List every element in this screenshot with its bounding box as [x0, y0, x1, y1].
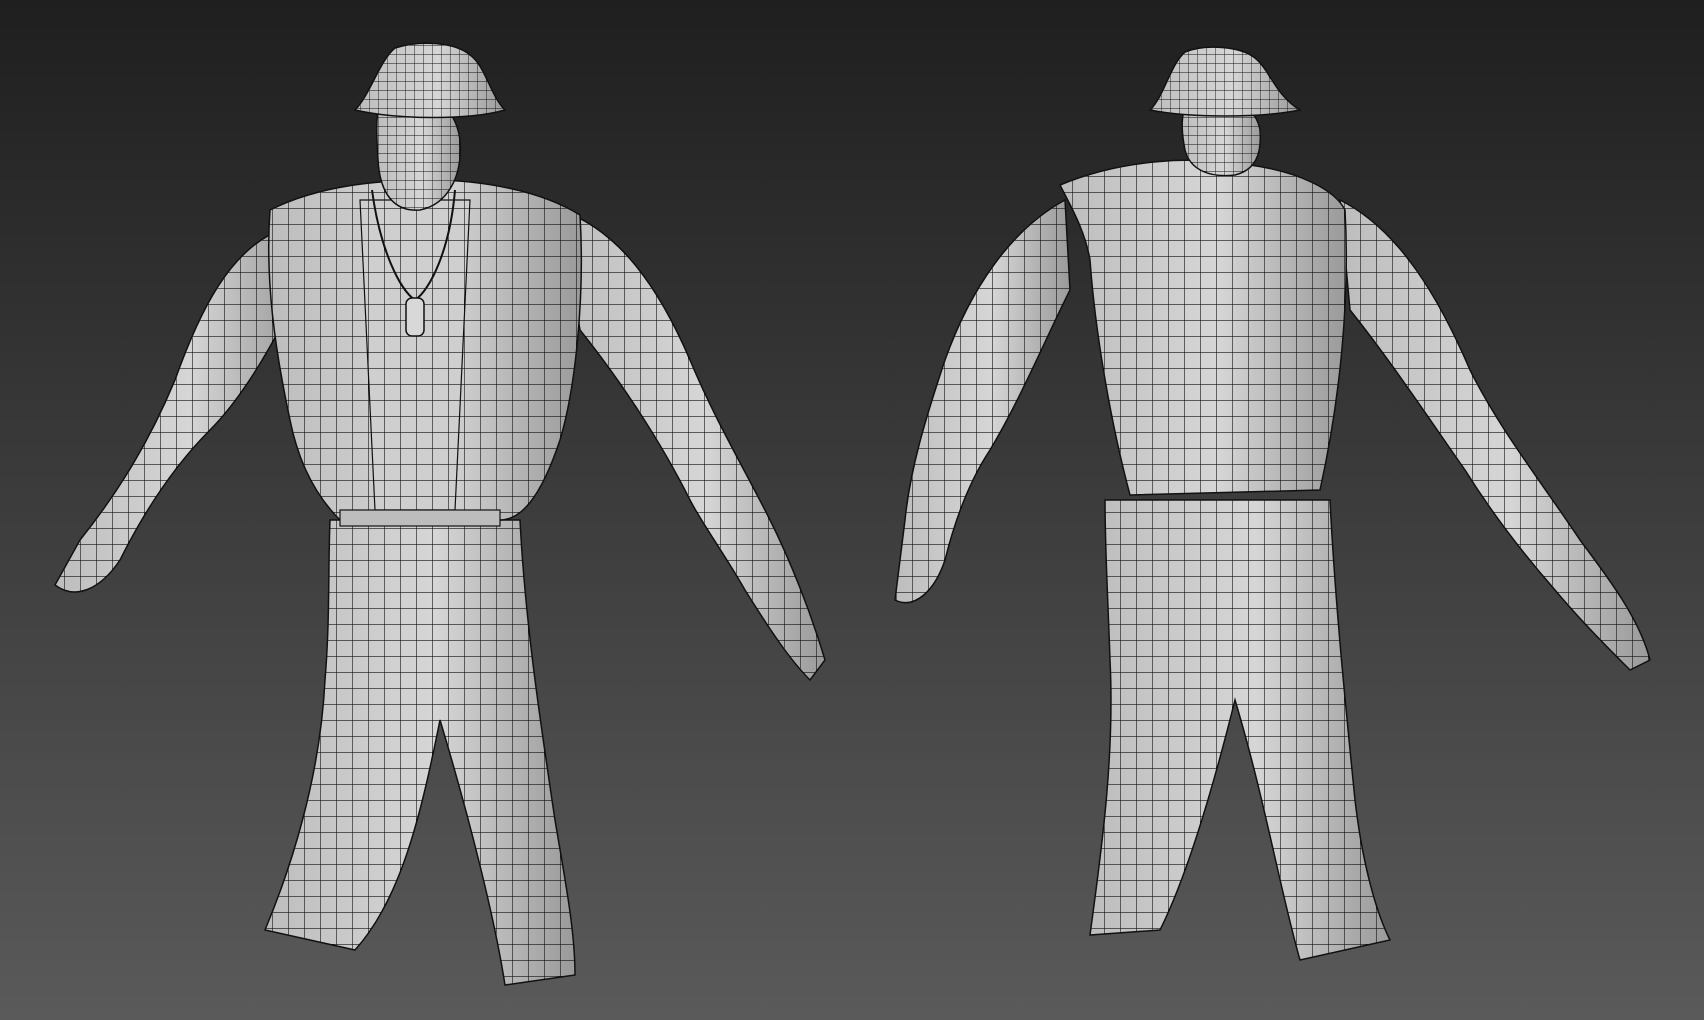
- viewport-background: [0, 0, 1704, 1020]
- scene-canvas[interactable]: [0, 0, 1704, 1020]
- dog-tag: [405, 297, 425, 337]
- 3d-viewport[interactable]: [0, 0, 1704, 1020]
- front-belt: [339, 509, 501, 527]
